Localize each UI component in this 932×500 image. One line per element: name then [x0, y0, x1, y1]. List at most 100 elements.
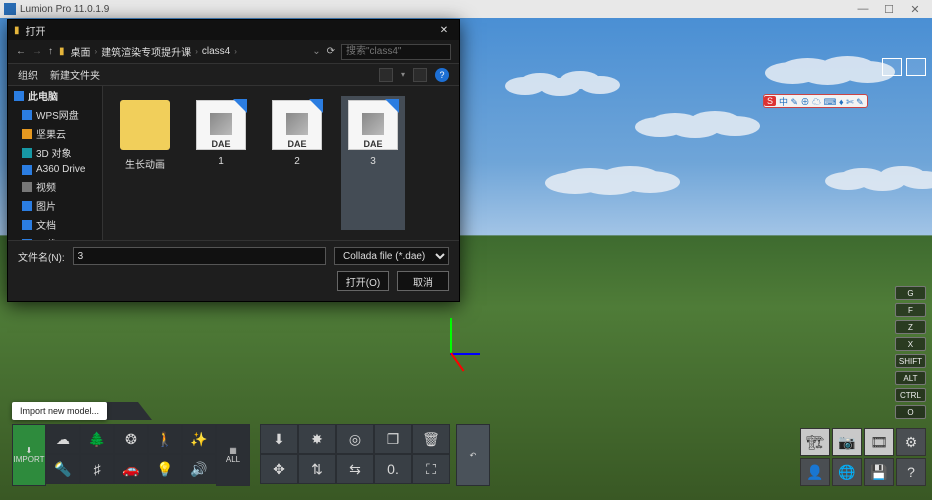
- chevron-down-icon[interactable]: ⌄: [312, 46, 320, 57]
- file-item[interactable]: DAE2: [265, 96, 329, 230]
- tree-item[interactable]: WPS网盘: [8, 105, 102, 124]
- organize-menu[interactable]: 组织: [18, 67, 38, 82]
- cloud-decor: [650, 113, 700, 133]
- tool-rotate-button[interactable]: ◎: [336, 424, 374, 454]
- breadcrumb[interactable]: 桌面›建筑渲染专项提升课›class4›: [71, 44, 307, 59]
- dialog-close-button[interactable]: ✕: [435, 25, 453, 36]
- breadcrumb-item[interactable]: 建筑渲染专项提升课: [101, 44, 191, 59]
- value-display[interactable]: 0.: [374, 454, 412, 484]
- open-button[interactable]: 打开(O): [337, 271, 389, 291]
- category-fx-button[interactable]: ✨: [182, 424, 216, 454]
- corner-badge-icon: [233, 99, 247, 113]
- drive-icon: [22, 165, 32, 175]
- mode-photo-button[interactable]: 📷: [832, 428, 862, 456]
- category-car-button[interactable]: 🚗: [114, 454, 148, 484]
- category-lamp-button[interactable]: 💡: [148, 454, 182, 484]
- key-hint: F: [895, 303, 926, 317]
- undo-icon: ↶: [470, 451, 477, 460]
- key-hint: X: [895, 337, 926, 351]
- place-icon: ⬇: [273, 431, 285, 448]
- file-item[interactable]: DAE1: [189, 96, 253, 230]
- mode-globe-button[interactable]: 🌐: [832, 458, 862, 486]
- folder-icon: [120, 100, 170, 150]
- nav-back-button[interactable]: ←: [16, 46, 26, 57]
- undo-button[interactable]: ↶: [456, 424, 490, 486]
- nav-up-button[interactable]: ↑: [48, 46, 53, 57]
- tree-item-label: 此电脑: [28, 88, 58, 103]
- category-nature-button[interactable]: ☁: [46, 424, 80, 454]
- tree-item[interactable]: 视频: [8, 177, 102, 196]
- tree-item-label: A360 Drive: [36, 164, 85, 175]
- file-list[interactable]: 生长动画DAE1DAE2DAE3: [103, 86, 459, 240]
- import-label: IMPORT: [14, 455, 45, 464]
- help-button[interactable]: ?: [896, 458, 926, 486]
- folder-tree[interactable]: 此电脑WPS网盘坚果云3D 对象A360 Drive视频图片文档下载音乐桌面OS…: [8, 86, 103, 240]
- cursor-icon: ✸: [311, 431, 323, 448]
- mode-user-button[interactable]: 👤: [800, 458, 830, 486]
- camera-slot-icon[interactable]: [906, 58, 926, 76]
- nav-forward-button[interactable]: →: [32, 46, 42, 57]
- drive-icon: [14, 91, 24, 101]
- filename-input[interactable]: [73, 247, 326, 265]
- camera-preview-icon[interactable]: [882, 58, 902, 76]
- folder-icon: ▮: [14, 25, 20, 36]
- breadcrumb-item[interactable]: 桌面: [71, 44, 91, 59]
- move-icon: ✥: [273, 461, 285, 478]
- settings-button[interactable]: ⚙: [896, 428, 926, 456]
- category-fence-button[interactable]: ♯: [80, 454, 114, 484]
- tool-scale-button[interactable]: ❐: [374, 424, 412, 454]
- tree-circle-icon: ❂: [125, 431, 137, 448]
- file-item[interactable]: DAE3: [341, 96, 405, 230]
- import-button[interactable]: ⬇ IMPORT: [12, 424, 46, 486]
- window-maximize-button[interactable]: ☐: [876, 3, 902, 16]
- chevron-right-icon: ›: [234, 47, 237, 56]
- dialog-help-button[interactable]: ?: [435, 68, 449, 82]
- search-input[interactable]: [341, 44, 451, 60]
- preview-pane-button[interactable]: [413, 68, 427, 82]
- tree-item[interactable]: A360 Drive: [8, 162, 102, 177]
- drive-icon: [22, 148, 32, 158]
- window-minimize-button[interactable]: —: [850, 3, 876, 15]
- cloud-icon: ☁: [56, 431, 70, 448]
- tool-width-button[interactable]: ⇆: [336, 454, 374, 484]
- folder-item[interactable]: 生长动画: [113, 96, 177, 230]
- category-light-button[interactable]: 🔦: [46, 454, 80, 484]
- file-type-select[interactable]: Collada file (*.dae): [334, 247, 449, 265]
- category-tree-alt-button[interactable]: ❂: [114, 424, 148, 454]
- ime-toolbar[interactable]: S 中 ✎ ⊕ ☁ ⌨ ♦ ✄ ✎: [763, 94, 868, 108]
- new-folder-button[interactable]: 新建文件夹: [50, 67, 100, 82]
- tree-item[interactable]: 坚果云: [8, 124, 102, 143]
- import-icon: ⬇: [26, 446, 33, 455]
- category-tree-button[interactable]: 🌲: [80, 424, 114, 454]
- tool-move-button[interactable]: ✥: [260, 454, 298, 484]
- category-people-button[interactable]: 🚶: [148, 424, 182, 454]
- expand-icon: ⛶: [426, 461, 436, 478]
- tree-item[interactable]: 文档: [8, 215, 102, 234]
- all-categories-button[interactable]: ▦ ALL: [216, 424, 250, 486]
- tool-expand-button[interactable]: ⛶: [412, 454, 450, 484]
- leftright-icon: ⇆: [349, 461, 361, 478]
- save-button[interactable]: 💾: [864, 458, 894, 486]
- mode-build-button[interactable]: 🏗: [800, 428, 830, 456]
- sparkle-icon: ✨: [190, 431, 207, 448]
- filename-label: 文件名(N):: [18, 249, 65, 264]
- cancel-button[interactable]: 取消: [397, 271, 449, 291]
- tool-delete-button[interactable]: 🗑: [412, 424, 450, 454]
- tree-item[interactable]: 此电脑: [8, 86, 102, 105]
- tree-item[interactable]: 3D 对象: [8, 143, 102, 162]
- breadcrumb-item[interactable]: class4: [202, 46, 230, 57]
- help-icon: ?: [907, 464, 915, 480]
- cube-icon: [210, 113, 232, 135]
- tool-place-button[interactable]: ⬇: [260, 424, 298, 454]
- tool-height-button[interactable]: ⇅: [298, 454, 336, 484]
- refresh-button[interactable]: ⟳: [327, 46, 335, 57]
- category-sound-button[interactable]: 🔊: [182, 454, 216, 484]
- mode-movie-button[interactable]: 🎞: [864, 428, 894, 456]
- tool-select-button[interactable]: ✸: [298, 424, 336, 454]
- cloud-decor: [780, 58, 835, 80]
- rotate-icon: ◎: [349, 431, 361, 448]
- window-close-button[interactable]: ✕: [902, 3, 928, 16]
- view-mode-button[interactable]: [379, 68, 393, 82]
- tree-item[interactable]: 图片: [8, 196, 102, 215]
- chevron-down-icon[interactable]: ▾: [401, 70, 405, 79]
